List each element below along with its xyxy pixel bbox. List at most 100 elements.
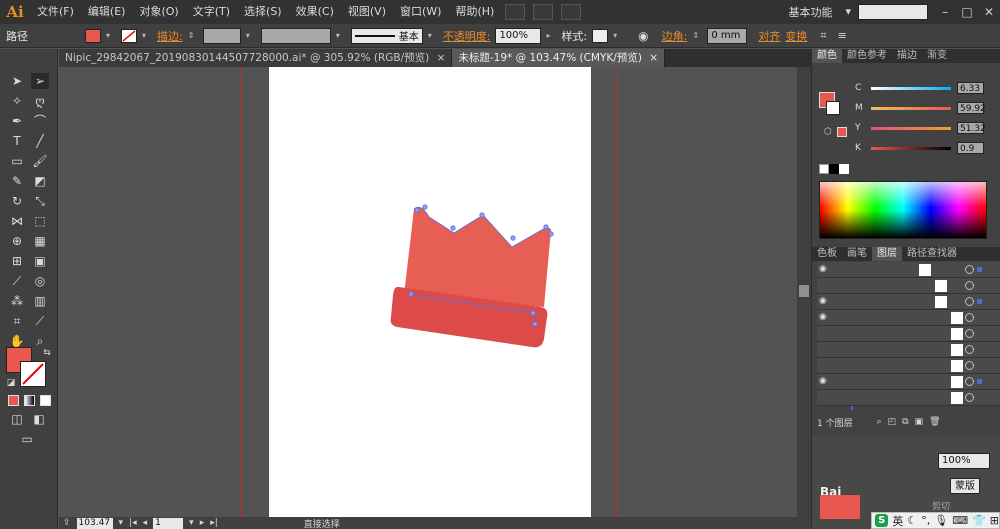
menu-window[interactable]: 窗口(W) <box>393 0 448 24</box>
menu-file[interactable]: 文件(F) <box>30 0 81 24</box>
target-icon[interactable] <box>965 281 974 290</box>
target-icon[interactable] <box>965 297 974 306</box>
pencil-tool-icon[interactable]: ✎ <box>8 173 26 189</box>
last-artboard-icon[interactable]: ▸| <box>210 518 218 528</box>
magenta-value-field[interactable]: 59.92 <box>957 102 986 114</box>
swap-fill-stroke-icon[interactable]: ⇆ <box>38 345 56 361</box>
arrange-documents-icon[interactable] <box>533 4 554 20</box>
color-spectrum[interactable] <box>819 181 987 239</box>
variable-width-dropdown-icon[interactable]: ▾ <box>336 31 346 40</box>
slice-tool-icon[interactable]: ⟋ <box>31 313 49 329</box>
target-icon[interactable] <box>965 377 974 386</box>
tab-layers[interactable]: 图层 <box>872 247 902 261</box>
layer-row[interactable]: ◉ <box>817 374 1000 390</box>
tab-color[interactable]: 颜色 <box>812 49 842 63</box>
panel-menu-icon[interactable]: ≡ <box>838 29 847 42</box>
canvas-area[interactable] <box>59 67 797 517</box>
visibility-eye-icon[interactable]: ◉ <box>819 376 827 386</box>
zoom-field[interactable]: 103.47 <box>76 517 113 529</box>
stroke-weight-field[interactable] <box>202 27 241 44</box>
tab-untitled-19[interactable]: 未标题-19* @ 103.47% (CMYK/预览) × <box>452 49 666 67</box>
stroke-swatch[interactable] <box>121 28 137 43</box>
menu-help[interactable]: 帮助(H) <box>448 0 501 24</box>
ime-punctuation-icon[interactable]: °, <box>921 514 930 527</box>
free-transform-tool-icon[interactable]: ⬚ <box>31 213 49 229</box>
layer-row[interactable]: ◉ <box>817 310 1000 326</box>
zoom-dropdown-icon[interactable]: ▾ <box>119 518 124 528</box>
black-slider[interactable] <box>871 146 951 150</box>
target-icon[interactable] <box>965 329 974 338</box>
mask-button[interactable]: 蒙版 <box>950 478 980 494</box>
mesh-tool-icon[interactable]: ⊞ <box>8 253 26 269</box>
maximize-icon[interactable]: □ <box>956 5 978 19</box>
fill-dropdown-icon[interactable]: ▾ <box>106 31 116 40</box>
tab-swatches[interactable]: 色板 <box>812 247 842 261</box>
layer-row[interactable] <box>817 342 1000 358</box>
panel-stroke-box[interactable] <box>826 101 840 115</box>
recolor-artwork-icon[interactable]: ◉ <box>638 29 648 43</box>
symbol-sprayer-tool-icon[interactable]: ⁂ <box>8 293 26 309</box>
artboard-number-field[interactable]: 1 <box>153 517 184 529</box>
shape-builder-tool-icon[interactable]: ⊕ <box>8 233 26 249</box>
cyan-slider[interactable] <box>871 86 951 90</box>
none-color-swatch[interactable] <box>819 164 829 174</box>
menu-edit[interactable]: 编辑(E) <box>81 0 133 24</box>
stroke-color-box[interactable] <box>20 361 46 387</box>
target-icon[interactable] <box>965 313 974 322</box>
document-status-icon[interactable]: ⇪ <box>63 518 71 528</box>
corner-radius-field[interactable]: 0 mm <box>707 27 748 44</box>
corner-stepper[interactable]: ⇕ <box>692 31 702 40</box>
tab-stroke[interactable]: 描边 <box>892 49 922 63</box>
lasso-tool-icon[interactable]: ღ <box>31 93 49 109</box>
ime-skin-icon[interactable]: 👕 <box>972 514 986 527</box>
yellow-slider[interactable] <box>871 126 951 130</box>
layer-row[interactable] <box>817 390 1000 406</box>
perspective-grid-tool-icon[interactable]: ▦ <box>31 233 49 249</box>
menu-select[interactable]: 选择(S) <box>237 0 289 24</box>
visibility-eye-icon[interactable]: ◉ <box>819 296 827 306</box>
clipping-mask-icon[interactable]: ◰ <box>888 417 897 427</box>
layer-row[interactable] <box>817 358 1000 374</box>
white-color-swatch[interactable] <box>839 164 849 174</box>
target-icon[interactable] <box>965 393 974 402</box>
ime-keyboard-icon[interactable]: ⌨ <box>952 514 968 527</box>
eraser-tool-icon[interactable]: ◩ <box>31 173 49 189</box>
tab-color-guide[interactable]: 颜色参考 <box>842 49 892 63</box>
target-icon[interactable] <box>965 361 974 370</box>
tab-close-icon[interactable]: × <box>649 52 658 64</box>
menu-object[interactable]: 对象(O) <box>132 0 185 24</box>
paintbrush-tool-icon[interactable]: 🖌 <box>31 153 49 169</box>
opacity-link[interactable]: 不透明度: <box>443 28 491 44</box>
stroke-panel-link[interactable]: 描边: <box>157 28 183 44</box>
transform-link[interactable]: 变换 <box>785 28 807 44</box>
ime-moon-icon[interactable]: ☾ <box>907 514 917 527</box>
workspace-arrow[interactable]: ▾ <box>838 0 858 24</box>
selection-tool-icon[interactable]: ➤ <box>8 73 26 89</box>
close-icon[interactable]: ✕ <box>978 5 1000 19</box>
tab-close-icon[interactable]: × <box>437 52 446 64</box>
delete-layer-icon[interactable]: 🗑 <box>929 417 940 427</box>
menu-type[interactable]: 文字(T) <box>186 0 237 24</box>
locate-object-icon[interactable]: ⌕ <box>877 417 882 427</box>
bridge-icon[interactable] <box>505 4 526 20</box>
opacity-field[interactable]: 100% <box>495 27 542 44</box>
graphic-style-swatch[interactable] <box>592 28 609 43</box>
gradient-mode-button[interactable] <box>24 395 35 406</box>
stroke-dropdown-icon[interactable]: ▾ <box>142 31 152 40</box>
screen-mode-icon[interactable]: ▭ <box>18 431 36 447</box>
opacity-dropdown-icon[interactable]: ▸ <box>546 31 556 40</box>
new-sublayer-icon[interactable]: ⧉ <box>902 417 908 427</box>
prev-artboard-icon[interactable]: ◂ <box>143 518 148 528</box>
black-color-swatch[interactable] <box>829 164 839 174</box>
stroke-weight-dropdown-icon[interactable]: ▾ <box>246 31 256 40</box>
align-link[interactable]: 对齐 <box>758 28 780 44</box>
draw-mode-icon[interactable]: ◫ <box>8 411 26 427</box>
color-mode-button[interactable] <box>8 395 19 406</box>
width-tool-icon[interactable]: ⋈ <box>8 213 26 229</box>
new-layer-icon[interactable]: ▣ <box>915 417 924 427</box>
curvature-tool-icon[interactable]: ⌒ <box>31 113 49 129</box>
layer-row[interactable]: ◉ <box>817 294 1000 310</box>
graphic-style-dropdown-icon[interactable]: ▾ <box>613 31 623 40</box>
tab-pathfinder[interactable]: 路径查找器 <box>902 247 962 261</box>
web-safe-swatch[interactable] <box>837 127 847 137</box>
